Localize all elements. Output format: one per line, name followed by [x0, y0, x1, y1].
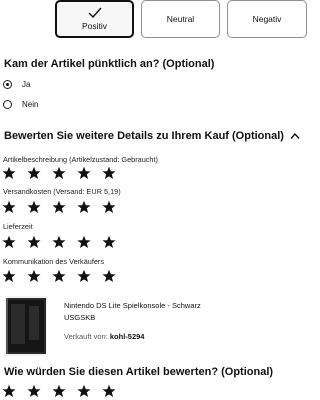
star-icon[interactable]: [52, 200, 66, 214]
star-icon[interactable]: [2, 200, 16, 214]
star-rating-article[interactable]: [2, 384, 127, 398]
star-rating-shipping-cost[interactable]: [2, 200, 127, 214]
star-icon[interactable]: [27, 235, 41, 249]
negative-button[interactable]: Negativ: [227, 0, 307, 38]
check-icon: [88, 7, 102, 19]
criteria-label-description: Artikelbeschreibung (Artikelzustand: Geb…: [3, 155, 158, 164]
neutral-label: Neutral: [166, 14, 195, 24]
punctual-question: Kam der Artikel pünktlich an? (Optional): [4, 58, 215, 70]
details-title: Bewerten Sie weitere Details zu Ihrem Ka…: [4, 130, 284, 142]
star-icon[interactable]: [52, 166, 66, 180]
star-icon[interactable]: [102, 166, 116, 180]
criteria-label-delivery-time: Lieferzeit: [3, 222, 33, 231]
star-icon[interactable]: [77, 200, 91, 214]
seller-info: Verkauft von: kohl-5294: [64, 332, 144, 341]
chevron-up-icon[interactable]: [290, 132, 300, 140]
radio-label-ja: Ja: [22, 80, 31, 89]
star-icon[interactable]: [27, 269, 41, 283]
product-title[interactable]: Nintendo DS Lite Spielkonsole - Schwarz …: [64, 300, 214, 324]
star-icon[interactable]: [27, 166, 41, 180]
positive-button[interactable]: Positiv: [55, 0, 134, 38]
star-icon[interactable]: [77, 384, 91, 398]
star-icon[interactable]: [102, 200, 116, 214]
star-icon[interactable]: [102, 235, 116, 249]
star-rating-delivery-time[interactable]: [2, 235, 127, 249]
criteria-label-shipping-cost: Versandkosten (Versand: EUR 5,19): [3, 187, 121, 196]
article-rating-question: Wie würden Sie diesen Artikel bewerten? …: [4, 366, 274, 378]
radio-button[interactable]: [3, 100, 12, 109]
star-icon[interactable]: [2, 235, 16, 249]
feedback-rating-buttons: Positiv Neutral Negativ: [0, 0, 307, 42]
star-icon[interactable]: [102, 269, 116, 283]
criteria-label-communication: Kommunikation des Verkäufers: [3, 257, 104, 266]
star-rating-communication[interactable]: [2, 269, 127, 283]
negative-label: Negativ: [252, 14, 282, 24]
star-icon[interactable]: [2, 384, 16, 398]
seller-prefix: Verkauft von:: [64, 332, 108, 341]
star-icon[interactable]: [27, 384, 41, 398]
radio-label-nein: Nein: [22, 100, 39, 109]
product-image: [5, 296, 47, 356]
star-icon[interactable]: [2, 269, 16, 283]
star-icon[interactable]: [2, 166, 16, 180]
star-icon[interactable]: [27, 200, 41, 214]
radio-option-nein[interactable]: Nein: [3, 100, 38, 109]
neutral-button[interactable]: Neutral: [141, 0, 220, 38]
seller-name[interactable]: kohl-5294: [110, 332, 145, 341]
star-icon[interactable]: [52, 269, 66, 283]
star-icon[interactable]: [102, 384, 116, 398]
radio-button-selected[interactable]: [3, 80, 12, 89]
details-section-header[interactable]: Bewerten Sie weitere Details zu Ihrem Ka…: [4, 130, 300, 142]
star-icon[interactable]: [77, 166, 91, 180]
star-icon[interactable]: [77, 269, 91, 283]
star-icon[interactable]: [77, 235, 91, 249]
star-icon[interactable]: [52, 235, 66, 249]
positive-label: Positiv: [81, 21, 108, 31]
star-rating-description[interactable]: [2, 166, 127, 180]
star-icon[interactable]: [52, 384, 66, 398]
radio-option-ja[interactable]: Ja: [3, 80, 30, 89]
